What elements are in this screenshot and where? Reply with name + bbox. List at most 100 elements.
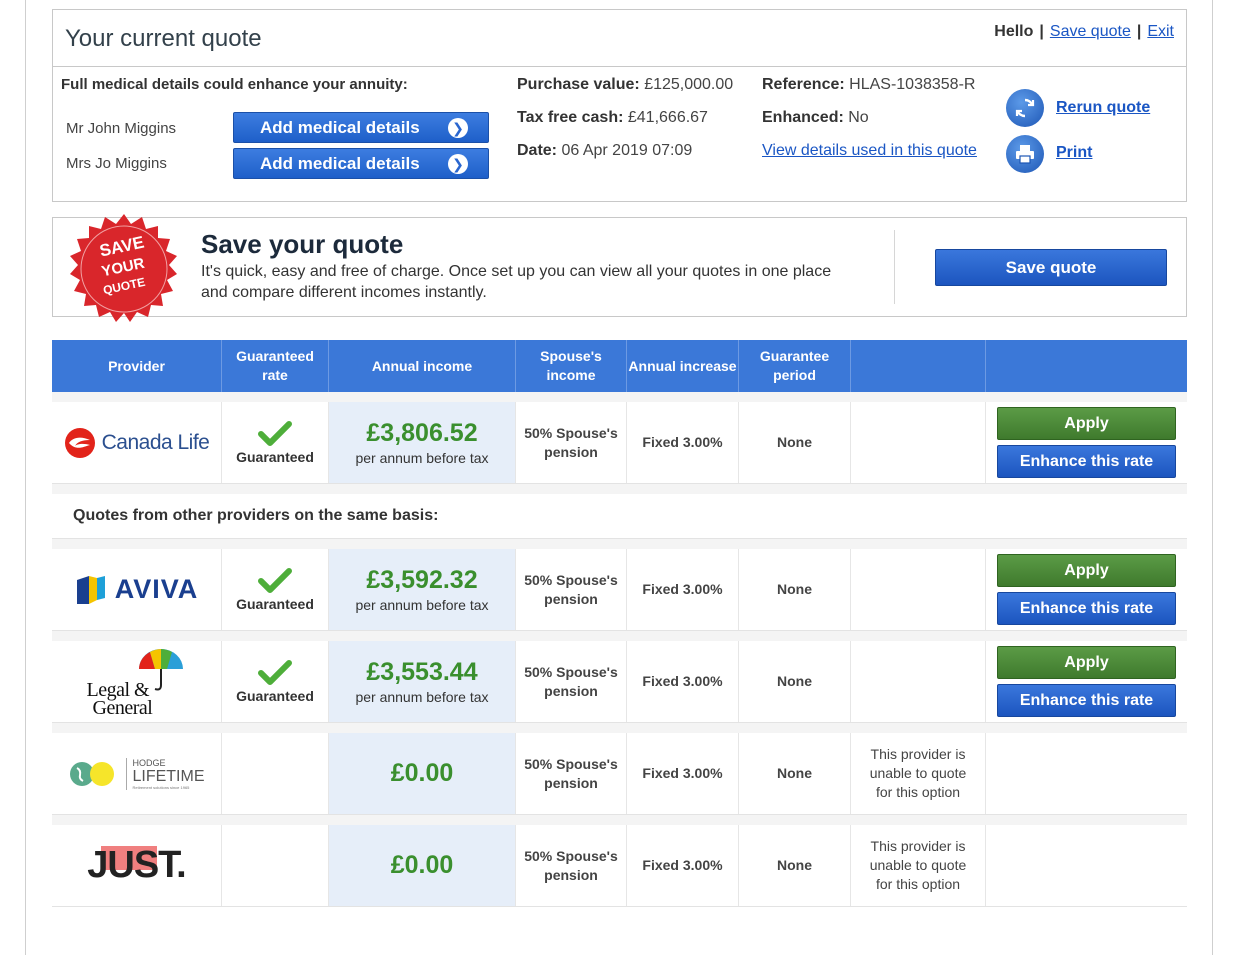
annual-income-cell: £0.00 bbox=[329, 733, 516, 814]
enhance-rate-button[interactable]: Enhance this rate bbox=[997, 445, 1176, 478]
guaranteed-cell bbox=[222, 825, 329, 906]
hello-text: Hello bbox=[994, 23, 1034, 40]
spouse-income: 50% Spouse's pension bbox=[516, 641, 627, 722]
exit-link[interactable]: Exit bbox=[1147, 23, 1174, 40]
annual-income-cell: £3,806.52 per annum before tax bbox=[329, 402, 516, 483]
checkmark-icon bbox=[258, 659, 292, 685]
refresh-icon[interactable] bbox=[1006, 89, 1044, 127]
save-quote-panel: SAVE YOUR QUOTE Save your quote It's qui… bbox=[52, 214, 1187, 322]
apply-button[interactable]: Apply bbox=[997, 407, 1176, 440]
notes-cell bbox=[851, 402, 986, 483]
add-medical-label: Add medical details bbox=[260, 118, 420, 137]
income-amount: £0.00 bbox=[390, 759, 454, 787]
col-guaranteed-rate: Guaranteed rate bbox=[222, 340, 329, 392]
table-row: Legal & General Guaranteed £3,553.44 per… bbox=[52, 641, 1187, 723]
guaranteed-cell: Guaranteed bbox=[222, 549, 329, 630]
table-row: HODGE LIFETIME Retirement solutions sinc… bbox=[52, 733, 1187, 815]
save-description: It's quick, easy and free of charge. Onc… bbox=[201, 263, 832, 301]
table-row: AVIVA Guaranteed £3,592.32 per annum bef… bbox=[52, 549, 1187, 631]
provider-logo-hodge-lifetime: HODGE LIFETIME Retirement solutions sinc… bbox=[52, 733, 222, 814]
annual-income-cell: £3,553.44 per annum before tax bbox=[329, 641, 516, 722]
guarantee-period: None bbox=[739, 825, 851, 906]
income-amount: £3,806.52 bbox=[366, 419, 478, 447]
col-actions bbox=[986, 340, 1187, 392]
provider-name: Canada Life bbox=[101, 430, 210, 454]
guarantee-period: None bbox=[739, 549, 851, 630]
row-gap bbox=[52, 539, 1187, 549]
row-gap bbox=[52, 631, 1187, 641]
quote-header: Your current quote Hello | Save quote | Exit bbox=[53, 10, 1186, 67]
medical-heading: Full medical details could enhance your … bbox=[61, 76, 408, 93]
current-quote-panel: Your current quote Hello | Save quote | Exit… bbox=[52, 9, 1187, 202]
table-row: JUST. £0.00 50% Spouse's pension Fixed 3… bbox=[52, 825, 1187, 907]
save-title: Save your quote bbox=[201, 229, 404, 259]
guaranteed-cell bbox=[222, 733, 329, 814]
just-logo: JUST. bbox=[87, 844, 186, 887]
guarantee-period: None bbox=[739, 402, 851, 483]
divider bbox=[894, 230, 895, 304]
provider-name-line1: HODGE bbox=[132, 757, 166, 768]
guaranteed-cell: Guaranteed bbox=[222, 641, 329, 722]
apply-button[interactable]: Apply bbox=[997, 554, 1176, 587]
provider-name: JUST. bbox=[87, 844, 186, 886]
save-your-quote-seal: SAVE YOUR QUOTE bbox=[70, 214, 177, 322]
row-gap bbox=[52, 392, 1187, 402]
annual-increase: Fixed 3.00% bbox=[627, 549, 739, 630]
aviva-logo-icon bbox=[76, 575, 105, 604]
view-details-link[interactable]: View details used in this quote bbox=[762, 142, 977, 159]
add-medical-details-button-2[interactable]: Add medical details ❯ bbox=[233, 148, 489, 179]
guarantee-period: None bbox=[739, 641, 851, 722]
provider-name-line2: General bbox=[92, 696, 153, 719]
guarantee-period: None bbox=[739, 733, 851, 814]
provider-logo-just: JUST. bbox=[52, 825, 222, 906]
guaranteed-label: Guaranteed bbox=[236, 595, 314, 612]
chevron-right-icon: ❯ bbox=[448, 154, 468, 174]
unable-to-quote-note: This provider is unable to quote for thi… bbox=[851, 733, 986, 814]
provider-logo-aviva: AVIVA bbox=[52, 549, 222, 630]
apply-button[interactable]: Apply bbox=[997, 646, 1176, 679]
hodge-logo-icon bbox=[70, 761, 115, 786]
row-gap bbox=[52, 484, 1187, 494]
checkmark-icon bbox=[258, 420, 292, 446]
printer-icon[interactable] bbox=[1006, 135, 1044, 173]
spouse-income: 50% Spouse's pension bbox=[516, 825, 627, 906]
col-notes bbox=[851, 340, 986, 392]
income-amount: £0.00 bbox=[390, 851, 454, 879]
checkmark-icon bbox=[258, 567, 292, 593]
save-quote-button[interactable]: Save quote bbox=[935, 249, 1167, 286]
other-providers-heading: Quotes from other providers on the same … bbox=[52, 494, 1187, 539]
annual-increase: Fixed 3.00% bbox=[627, 402, 739, 483]
provider-logo-legal-general: Legal & General bbox=[52, 641, 222, 722]
spouse-income: 50% Spouse's pension bbox=[516, 549, 627, 630]
rerun-quote-link[interactable]: Rerun quote bbox=[1056, 99, 1150, 117]
guaranteed-cell: Guaranteed bbox=[222, 402, 329, 483]
add-medical-details-button-1[interactable]: Add medical details ❯ bbox=[233, 112, 489, 143]
col-spouses-income: Spouse's income bbox=[516, 340, 627, 392]
row-gap bbox=[52, 723, 1187, 733]
legal-general-logo: Legal & General bbox=[87, 645, 187, 719]
save-quote-link[interactable]: Save quote bbox=[1050, 23, 1131, 40]
print-link[interactable]: Print bbox=[1056, 144, 1092, 162]
quote-date: Date: 06 Apr 2019 07:09 bbox=[517, 142, 693, 159]
spouse-income: 50% Spouse's pension bbox=[516, 733, 627, 814]
provider-name: AVIVA bbox=[114, 574, 199, 604]
annual-increase: Fixed 3.00% bbox=[627, 641, 739, 722]
enhance-rate-button[interactable]: Enhance this rate bbox=[997, 592, 1176, 625]
per-annum-label: per annum before tax bbox=[355, 689, 489, 705]
chevron-right-icon: ❯ bbox=[448, 118, 468, 138]
col-provider: Provider bbox=[52, 340, 222, 392]
table-row: Canada Life Guaranteed £3,806.52 per ann… bbox=[52, 402, 1187, 484]
income-amount: £3,553.44 bbox=[366, 658, 478, 686]
notes-cell bbox=[851, 641, 986, 722]
enhanced-status: Enhanced: No bbox=[762, 109, 869, 126]
provider-name-line2: LIFETIME bbox=[132, 767, 205, 785]
annual-income-cell: £3,592.32 per annum before tax bbox=[329, 549, 516, 630]
enhance-rate-button[interactable]: Enhance this rate bbox=[997, 684, 1176, 717]
per-annum-label: per annum before tax bbox=[355, 597, 489, 613]
notes-cell bbox=[851, 549, 986, 630]
page-title: Your current quote bbox=[65, 25, 262, 52]
row-gap bbox=[52, 815, 1187, 825]
spouse-income: 50% Spouse's pension bbox=[516, 402, 627, 483]
guaranteed-label: Guaranteed bbox=[236, 687, 314, 704]
person-name-1: Mr John Miggins bbox=[66, 120, 177, 137]
